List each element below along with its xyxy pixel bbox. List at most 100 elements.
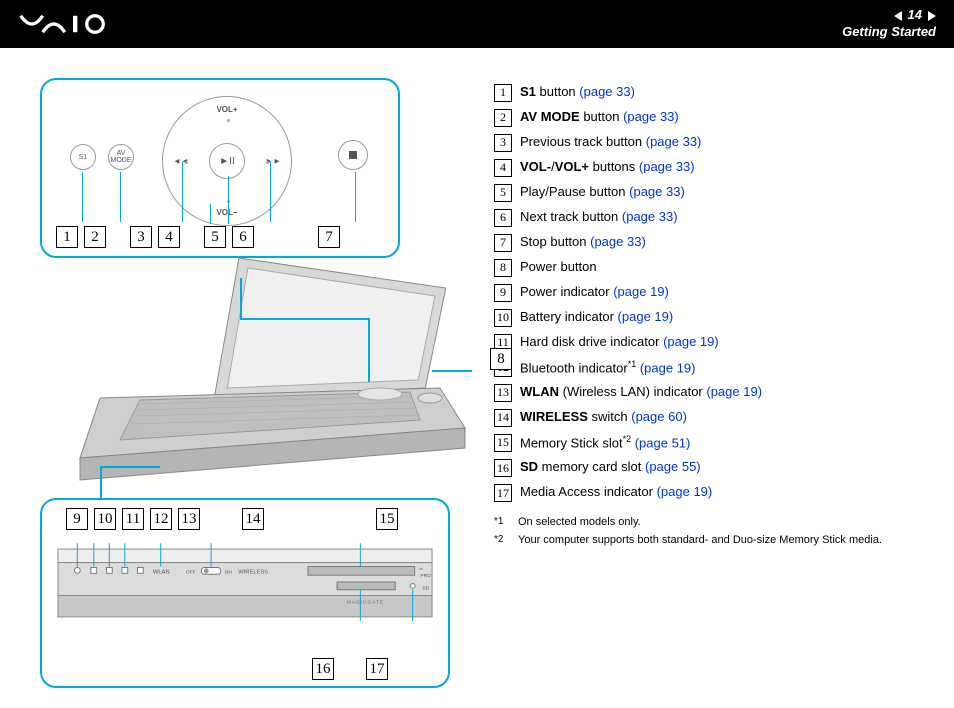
page-header: 14 Getting Started xyxy=(0,0,954,48)
callout-num-8: 8 xyxy=(490,348,512,370)
callout-num: 3 xyxy=(130,226,152,248)
legend-item: 3 Previous track button (page 33) xyxy=(494,134,914,152)
legend-text: AV MODE button (page 33) xyxy=(520,109,679,126)
page-link[interactable]: (page 33) xyxy=(579,84,635,99)
legend-column: 1 S1 button (page 33) 2 AV MODE button (pag… xyxy=(494,78,914,688)
legend-number: 10 xyxy=(494,309,512,327)
callout-num: 16 xyxy=(312,658,334,680)
legend-number: 8 xyxy=(494,259,512,277)
legend-text: S1 button (page 33) xyxy=(520,84,635,101)
page-link[interactable]: (page 19) xyxy=(663,334,719,349)
legend-text: SD memory card slot (page 55) xyxy=(520,459,701,476)
page-number-nav: 14 xyxy=(842,7,936,24)
vol-plus-label: VOL+ xyxy=(216,105,237,114)
legend-number: 15 xyxy=(494,434,512,452)
page-link[interactable]: (page 60) xyxy=(631,409,687,424)
legend-item: 4 VOL-/VOL+ buttons (page 33) xyxy=(494,159,914,177)
legend-number: 4 xyxy=(494,159,512,177)
legend-item: 2 AV MODE button (page 33) xyxy=(494,109,914,127)
svg-text:OFF: OFF xyxy=(186,569,196,575)
legend-number: 13 xyxy=(494,384,512,402)
page-link[interactable]: (page 33) xyxy=(623,109,679,124)
item-list: 1 S1 button (page 33) 2 AV MODE button (pag… xyxy=(494,84,914,502)
header-right: 14 Getting Started xyxy=(842,7,936,41)
legend-text: Power indicator (page 19) xyxy=(520,284,669,301)
callout-num: 10 xyxy=(94,508,116,530)
legend-item: 16 SD memory card slot (page 55) xyxy=(494,459,914,477)
legend-item: 9Power indicator (page 19) xyxy=(494,284,914,302)
legend-item: 12Bluetooth indicator*1 (page 19) xyxy=(494,359,914,377)
callout-num: 9 xyxy=(66,508,88,530)
legend-text: Stop button (page 33) xyxy=(520,234,646,251)
page-link[interactable]: (page 55) xyxy=(645,459,701,474)
s1-button-graphic: S1 xyxy=(70,144,96,170)
legend-text: Play/Pause button (page 33) xyxy=(520,184,685,201)
callout-num: 4 xyxy=(158,226,180,248)
legend-item: 15 Memory Stick slot*2 (page 51) xyxy=(494,434,914,452)
section-title: Getting Started xyxy=(842,24,936,41)
page-link[interactable]: (page 33) xyxy=(590,234,646,249)
legend-item: 6Next track button (page 33) xyxy=(494,209,914,227)
page-link[interactable]: (page 33) xyxy=(629,184,685,199)
front-panel-graphic: WLAN OFF ON WIRELESS ⇒ PRO SD MAGICGATE xyxy=(56,542,434,622)
av-mode-button-graphic: AV MODE xyxy=(108,144,134,170)
callout-num: 17 xyxy=(366,658,388,680)
vol-minus-label: VOL− xyxy=(216,208,237,217)
legend-text: WIRELESS switch (page 60) xyxy=(520,409,687,426)
callout-num: 13 xyxy=(178,508,200,530)
page-link[interactable]: (page 33) xyxy=(639,159,695,174)
bottom-top-numbers: 9 10 11 12 13 14 15 xyxy=(66,508,398,530)
legend-number: 5 xyxy=(494,184,512,202)
legend-number: 2 xyxy=(494,109,512,127)
callout-num: 14 xyxy=(242,508,264,530)
page-link[interactable]: (page 19) xyxy=(706,384,762,399)
legend-item: 8 Power button xyxy=(494,259,914,277)
media-controls-callout: S1 AV MODE VOL+ VOL− ◄◄ ►► ►II xyxy=(40,78,400,258)
legend-text: Previous track button (page 33) xyxy=(520,134,701,151)
legend-item: 1 S1 button (page 33) xyxy=(494,84,914,102)
legend-number: 16 xyxy=(494,459,512,477)
bottom-bottom-numbers: 16 17 xyxy=(312,658,388,680)
legend-item: 14 WIRELESS switch (page 60) xyxy=(494,409,914,427)
diagram-column: S1 AV MODE VOL+ VOL− ◄◄ ►► ►II xyxy=(40,78,470,688)
footnote: *1On selected models only. xyxy=(494,516,914,528)
callout-num: 15 xyxy=(376,508,398,530)
callout-num: 1 xyxy=(56,226,78,248)
svg-text:⇒: ⇒ xyxy=(418,567,422,572)
legend-item: 13 WLAN (Wireless LAN) indicator (page 19… xyxy=(494,384,914,402)
page-link[interactable]: (page 33) xyxy=(622,209,678,224)
page-link[interactable]: (page 19) xyxy=(657,484,713,499)
svg-text:PRO: PRO xyxy=(420,573,431,579)
legend-text: Battery indicator (page 19) xyxy=(520,309,673,326)
legend-number: 3 xyxy=(494,134,512,152)
callout-num: 12 xyxy=(150,508,172,530)
prev-page-icon[interactable] xyxy=(894,11,902,21)
legend-number: 1 xyxy=(494,84,512,102)
callout-num: 7 xyxy=(318,226,340,248)
svg-text:WIRELESS: WIRELESS xyxy=(238,569,268,575)
next-page-icon[interactable] xyxy=(928,11,936,21)
callout-num: 5 xyxy=(204,226,226,248)
legend-text: Next track button (page 33) xyxy=(520,209,678,226)
page-link[interactable]: (page 19) xyxy=(618,309,674,324)
laptop-illustration: 8 xyxy=(40,278,470,478)
svg-text:ON: ON xyxy=(225,569,233,575)
legend-text: Memory Stick slot*2 (page 51) xyxy=(520,434,690,452)
legend-number: 14 xyxy=(494,409,512,427)
front-panel-callout: 9 10 11 12 13 14 15 xyxy=(40,498,450,688)
legend-item: 10 Battery indicator (page 19) xyxy=(494,309,914,327)
top-callout-numbers: 1 2 3 4 5 6 7 xyxy=(56,226,340,248)
legend-text: Power button xyxy=(520,259,597,276)
legend-text: VOL-/VOL+ buttons (page 33) xyxy=(520,159,695,176)
legend-text: Bluetooth indicator*1 (page 19) xyxy=(520,359,695,377)
legend-text: WLAN (Wireless LAN) indicator (page 19) xyxy=(520,384,762,401)
legend-text: Media Access indicator (page 19) xyxy=(520,484,712,501)
page-link[interactable]: (page 19) xyxy=(640,360,696,375)
legend-item: 11Hard disk drive indicator (page 19) xyxy=(494,334,914,352)
page-link[interactable]: (page 51) xyxy=(635,436,691,451)
footnote: *2Your computer supports both standard- … xyxy=(494,534,914,546)
legend-number: 17 xyxy=(494,484,512,502)
page-link[interactable]: (page 19) xyxy=(613,284,669,299)
page-link[interactable]: (page 33) xyxy=(646,134,702,149)
svg-text:SD: SD xyxy=(422,586,429,592)
